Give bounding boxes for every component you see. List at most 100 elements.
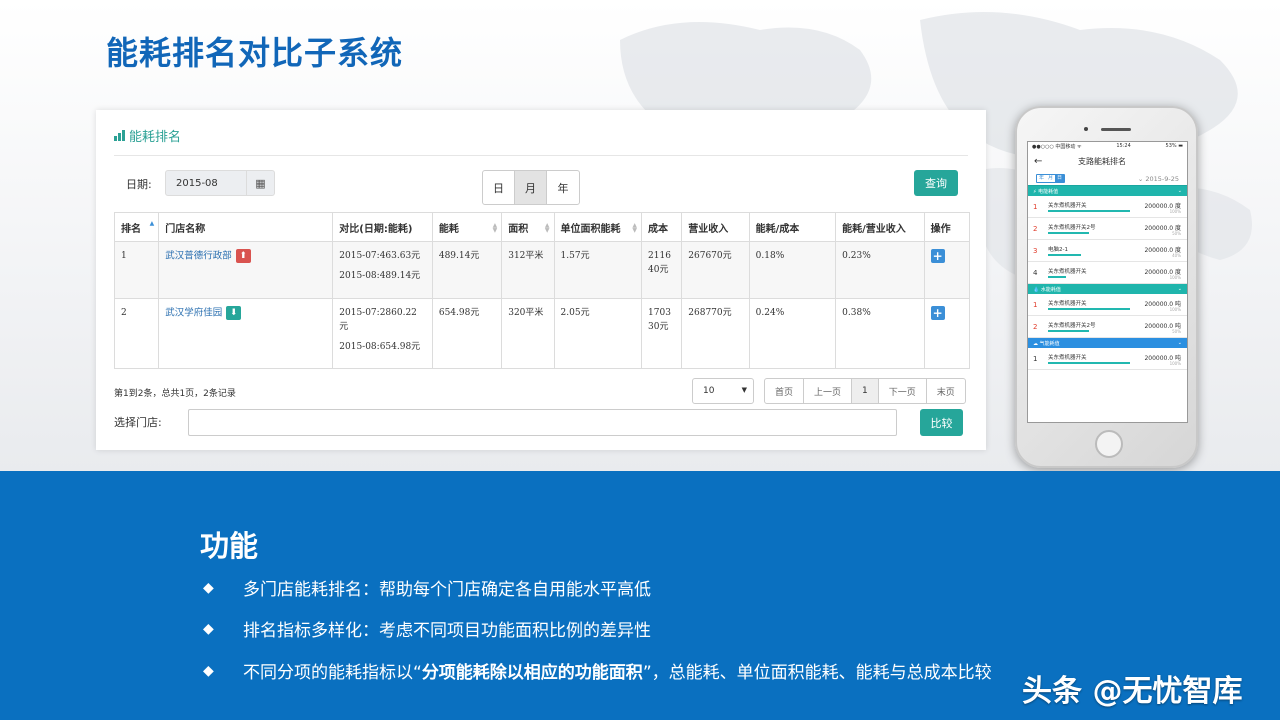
phone-title: 支路能耗排名 — [1078, 156, 1126, 166]
phone-list-item[interactable]: 2 关东煮机器开关2号 200000.0 吨 50% — [1028, 316, 1187, 338]
date-label: 日期: — [126, 178, 152, 191]
energy-cost-cell: 0.18% — [748, 241, 837, 299]
cost-cell: 211640元 — [641, 241, 683, 299]
pagination-info: 第1到2条，总共1页，2条记录 — [114, 389, 236, 399]
store-link[interactable]: 武汉学府佳园 — [165, 308, 222, 319]
col-energy-cost[interactable]: 能耗/成本 — [748, 212, 837, 242]
phone-list-item[interactable]: 2 关东煮机器开关2号 200000.0 度 50% — [1028, 218, 1187, 240]
sort-icon[interactable]: ▲ ▼ — [632, 223, 637, 234]
page-title: 能耗排名对比子系统 — [106, 34, 404, 72]
phone-item-name: 关东煮机器开关 — [1048, 269, 1087, 275]
phone-progress-bar — [1048, 362, 1130, 364]
query-button[interactable]: 查询 — [914, 170, 958, 196]
col-rank[interactable]: 排名 ▲ — [113, 212, 160, 242]
unit-energy-cell: 2.05元 — [553, 298, 643, 369]
store-select-input[interactable] — [188, 409, 897, 436]
store-link[interactable]: 武汉普德行政部 — [165, 251, 232, 262]
phone-progress-bar — [1048, 254, 1081, 256]
phone-item-percent: 100% — [1169, 275, 1181, 280]
diamond-bullet-icon: ◆ — [203, 620, 214, 637]
phone-item-percent: 100% — [1169, 209, 1181, 214]
rank-cell: 2 — [113, 298, 160, 369]
pagination: 首页 上一页 1 下一页 末页 — [764, 378, 966, 404]
phone-rank: 4 — [1033, 268, 1038, 277]
page-first[interactable]: 首页 — [765, 379, 805, 403]
calendar-icon[interactable]: ▦ — [246, 171, 274, 195]
col-energy-revenue[interactable]: 能耗/营业收入 — [835, 212, 925, 242]
table-row[interactable]: 2 武汉学府佳园 ⬇ 2015-07:2860.22元 2015-08:654.98… — [113, 298, 971, 369]
phone-period-toggle: 年 月 日 — [1036, 174, 1066, 183]
col-area[interactable]: 面积 ▲ ▼ — [501, 212, 555, 242]
expand-plus-icon[interactable]: + — [930, 249, 945, 263]
chevron-down-icon: ⌄ — [1177, 188, 1182, 194]
phone-list-item[interactable]: 3 电脑2-1 200000.0 度 40% — [1028, 240, 1187, 262]
phone-list-item[interactable]: 4 关东煮机器开关 200000.0 度 100% — [1028, 262, 1187, 284]
phone-progress-bar — [1048, 330, 1089, 332]
phone-item-name: 关东煮机器开关 — [1048, 203, 1087, 209]
table-header-row: 排名 ▲ 门店名称 对比(日期:能耗) 能耗 ▲ ▼ 面积 ▲ ▼ 单位面积能耗 ▲ ▼ 成本… — [113, 212, 971, 242]
energy-revenue-cell: 0.38% — [835, 298, 925, 369]
period-year[interactable]: 年 — [547, 171, 579, 204]
col-energy[interactable]: 能耗 ▲ ▼ — [431, 212, 503, 242]
page-last[interactable]: 末页 — [927, 379, 965, 403]
phone-section-header[interactable]: ☁ 气能耗值 ⌄ — [1028, 338, 1187, 348]
back-arrow-icon[interactable]: ← — [1034, 156, 1064, 167]
energy-cost-cell: 0.24% — [748, 298, 837, 369]
revenue-cell: 268770元 — [681, 298, 750, 369]
chevron-down-icon: ⌄ — [1177, 286, 1182, 292]
period-month[interactable]: 月 — [515, 171, 547, 204]
features-band: 功能 ◆ 多门店能耗排名：帮助每个门店确定各自用能水平高低 ◆ 排名指标多样化：考虑… — [0, 471, 1280, 720]
store-cell: 武汉学府佳园 ⬇ — [158, 298, 334, 369]
area-cell: 312平米 — [501, 241, 555, 299]
date-picker[interactable]: 2015-08 ▦ — [165, 170, 275, 196]
page-next[interactable]: 下一页 — [879, 379, 927, 403]
panel-title: 能耗排名 — [129, 130, 182, 145]
energy-cell: 654.98元 — [431, 298, 503, 369]
rank-cell: 1 — [113, 241, 160, 299]
feature-bullet: ◆ 不同分项的能耗指标以“ 分项能耗除以相应的功能面积 ”，总能耗、单位面积能耗、能耗… — [203, 662, 992, 684]
phone-list-item[interactable]: 1 关东煮机器开关 200000.0 吨 100% — [1028, 294, 1187, 316]
energy-revenue-cell: 0.23% — [835, 241, 925, 299]
features-heading: 功能 — [200, 529, 259, 563]
col-store[interactable]: 门店名称 — [158, 212, 334, 242]
phone-item-percent: 50% — [1172, 231, 1181, 236]
period-day[interactable]: 日 — [483, 171, 515, 204]
phone-section-header[interactable]: ⚡ 电能耗值 ⌄ — [1028, 186, 1187, 196]
table-row[interactable]: 1 武汉普德行政部 ⬆ 2015-07:463.63元 2015-08:489.14… — [113, 241, 971, 299]
phone-list-item[interactable]: 1 关东煮机器开关 200000.0 吨 100% — [1028, 348, 1187, 370]
caret-down-icon: ▼ — [741, 386, 747, 394]
phone-item-name: 电脑2-1 — [1048, 247, 1068, 253]
compare-cell: 2015-07:463.63元 2015-08:489.14元 — [332, 241, 433, 299]
phone-item-percent: 50% — [1172, 329, 1181, 334]
expand-plus-icon[interactable]: + — [930, 306, 945, 320]
col-revenue[interactable]: 营业收入 — [681, 212, 750, 242]
divider — [114, 155, 968, 156]
col-cost[interactable]: 成本 — [641, 212, 683, 242]
sort-icon[interactable]: ▲ ▼ — [493, 223, 498, 234]
panel-header: 能耗排名 — [114, 126, 181, 145]
phone-screen: ●●○○○ 中国移动 ᯤ 15:24 53% ▬ ← 支路能耗排名 年 月 日 ⌄ … — [1027, 141, 1188, 423]
col-unit-energy[interactable]: 单位面积能耗 ▲ ▼ — [553, 212, 643, 242]
page-size-select[interactable]: 10 ▼ — [692, 378, 754, 404]
action-cell: + — [923, 298, 971, 369]
ranking-table: 排名 ▲ 门店名称 对比(日期:能耗) 能耗 ▲ ▼ 面积 ▲ ▼ 单位面积能耗 ▲ ▼ 成本… — [113, 212, 971, 369]
compare-button[interactable]: 比较 — [920, 409, 963, 436]
page-current[interactable]: 1 — [852, 379, 879, 403]
sort-icon[interactable]: ▲ ▼ — [545, 223, 550, 234]
phone-rank: 2 — [1033, 224, 1038, 233]
col-compare[interactable]: 对比(日期:能耗) — [332, 212, 433, 242]
phone-section-header[interactable]: 💧 水能耗值 ⌄ — [1028, 284, 1187, 294]
watermark: 头条 @无忧智库 — [1022, 674, 1243, 709]
feature-bullet: ◆ 排名指标多样化：考虑不同项目功能面积比例的差异性 — [203, 620, 651, 642]
period-toggle: 日 月 年 — [482, 170, 580, 205]
phone-date[interactable]: ⌄ 2015-9-25 — [1138, 175, 1179, 183]
phone-list-item[interactable]: 1 关东煮机器开关 200000.0 度 100% — [1028, 196, 1187, 218]
compare-cell: 2015-07:2860.22元 2015-08:654.98元 — [332, 298, 433, 369]
home-button[interactable] — [1095, 430, 1123, 458]
feature-bullet: ◆ 多门店能耗排名：帮助每个门店确定各自用能水平高低 — [203, 579, 651, 601]
sort-asc-icon[interactable]: ▲ — [150, 221, 155, 227]
chevron-down-icon: ⌄ — [1177, 340, 1182, 346]
phone-section-title: 电能耗值 — [1036, 188, 1059, 195]
page-prev[interactable]: 上一页 — [804, 379, 853, 403]
unit-energy-cell: 1.57元 — [553, 241, 643, 299]
